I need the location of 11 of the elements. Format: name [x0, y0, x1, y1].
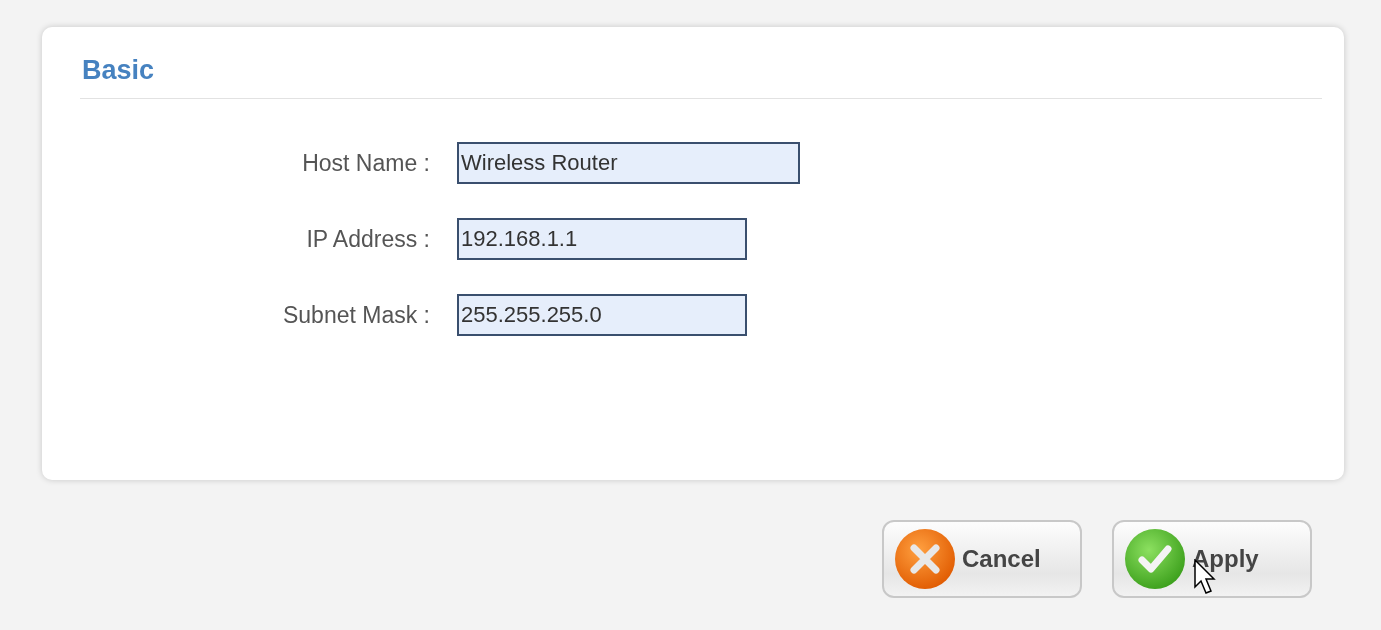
- cancel-button[interactable]: Cancel: [882, 520, 1082, 598]
- text-field[interactable]: Wireless Router: [457, 142, 800, 184]
- apply-button[interactable]: Apply: [1112, 520, 1312, 598]
- field-label: Subnet Mask :: [282, 301, 430, 329]
- section-title: Basic: [82, 55, 155, 86]
- field-label: IP Address :: [306, 225, 430, 253]
- checkmark-icon: [1124, 528, 1186, 590]
- text-field[interactable]: 255.255.255.0: [457, 294, 747, 336]
- cancel-icon: [894, 528, 956, 590]
- text-field[interactable]: 192.168.1.1: [457, 218, 747, 260]
- field-label: Host Name :: [302, 149, 430, 177]
